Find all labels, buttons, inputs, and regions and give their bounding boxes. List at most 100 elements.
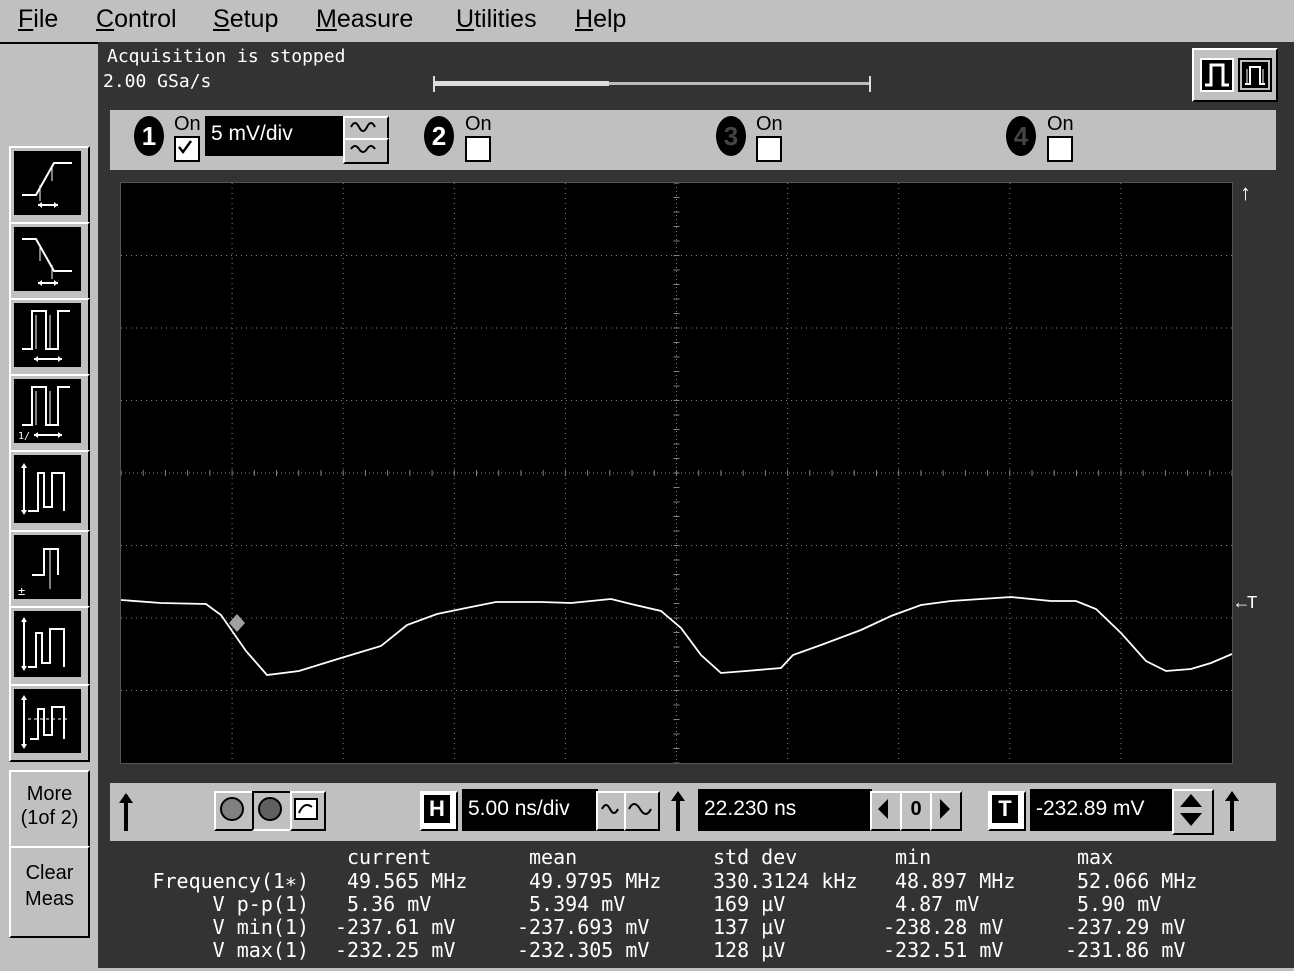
meas-row-label: V max(1) xyxy=(212,938,309,962)
delay-field[interactable]: 22.230 ns xyxy=(698,789,872,831)
period-icon xyxy=(14,303,81,367)
trigger-label: T xyxy=(992,795,1018,823)
channel-1-scale-field[interactable]: 5 mV/div xyxy=(205,116,345,156)
channel-1-checkbox[interactable] xyxy=(174,136,200,162)
check-icon xyxy=(178,140,193,155)
meas-cell: -232.51 mV xyxy=(883,938,1004,962)
more-label-line1: More xyxy=(26,783,73,805)
menu-measure[interactable]: Measure xyxy=(316,5,413,34)
channel-2-checkbox[interactable] xyxy=(465,136,491,162)
arrow-left-icon xyxy=(878,799,888,819)
vpp-button[interactable] xyxy=(9,450,90,532)
vmax-button[interactable] xyxy=(9,606,90,686)
meas-cell: 5.394 mV xyxy=(529,892,626,916)
rise-time-button[interactable] xyxy=(9,146,90,224)
channel-3-badge[interactable]: 3 xyxy=(716,116,746,156)
trigger-button[interactable]: T xyxy=(988,791,1026,831)
period-button[interactable] xyxy=(9,298,90,376)
meas-cell: 137 µV xyxy=(713,915,786,939)
single-mode-button[interactable] xyxy=(290,791,326,831)
vamp-icon: ± xyxy=(14,535,81,599)
more-button[interactable]: More (1of 2) xyxy=(9,770,90,856)
horizontal-button[interactable]: H xyxy=(420,791,458,831)
menu-setup-label: etup xyxy=(229,5,279,33)
delay-ref-arrow-icon[interactable] xyxy=(666,789,690,833)
fall-time-button[interactable] xyxy=(9,222,90,300)
measurements-panel[interactable]: current mean std dev min max Frequency(1… xyxy=(98,845,1294,968)
timebase-scale-field[interactable]: 5.00 ns/div xyxy=(462,789,598,831)
vmin-button[interactable] xyxy=(9,684,90,762)
menu-measure-label: easure xyxy=(336,5,414,33)
trigger-level-field[interactable]: -232.89 mV xyxy=(1030,789,1174,831)
meas-cell: 169 µV xyxy=(713,892,786,916)
menu-control[interactable]: Control xyxy=(96,5,177,34)
menu-help-label: elp xyxy=(593,5,627,33)
menu-setup[interactable]: Setup xyxy=(213,5,278,34)
menu-bar: File Control Setup Measure Utilities Hel… xyxy=(0,0,1294,42)
meas-cell: -238.28 mV xyxy=(883,915,1004,939)
memory-bar-right-cap xyxy=(869,76,871,92)
delay-left-button[interactable] xyxy=(870,791,902,831)
scroll-up-arrow-icon[interactable]: ↑ xyxy=(1240,180,1251,206)
trigger-level-spinner[interactable] xyxy=(1172,789,1214,835)
channel-3-checkbox[interactable] xyxy=(756,136,782,162)
delay-right-button[interactable] xyxy=(930,791,962,831)
meas-cell: 49.9795 MHz xyxy=(529,869,662,893)
vamp-button[interactable]: ± xyxy=(9,530,90,608)
channel-2-badge[interactable]: 2 xyxy=(424,116,454,156)
clear-meas-button[interactable]: Clear Meas xyxy=(9,846,90,938)
up-down-icon xyxy=(1180,794,1202,826)
memory-bar-fill xyxy=(435,81,609,86)
delay-zero-button[interactable]: 0 xyxy=(900,791,932,831)
meas-cell: 4.87 mV xyxy=(895,892,980,916)
trigger-arrow-icon[interactable] xyxy=(1220,789,1244,833)
meas-cell: 49.565 MHz xyxy=(347,869,468,893)
channel-1-badge[interactable]: 1 xyxy=(134,116,164,156)
menu-file-accel: F xyxy=(18,5,34,33)
menu-help[interactable]: Help xyxy=(575,5,626,34)
stop-mode-button[interactable] xyxy=(252,791,292,831)
waveform-display[interactable] xyxy=(120,182,1233,764)
menu-measure-accel: M xyxy=(316,5,337,33)
channel-1-scale-down[interactable] xyxy=(343,138,389,164)
header-max: max xyxy=(1077,845,1114,869)
vmin-icon xyxy=(14,689,81,753)
wave-icon xyxy=(350,122,376,132)
meas-cell: 5.36 mV xyxy=(347,892,432,916)
channel-4-badge[interactable]: 4 xyxy=(1006,116,1036,156)
timebase-bar: H 5.00 ns/div 22.230 ns 0 T -232.89 mV xyxy=(110,783,1276,841)
meas-cell: -237.693 mV xyxy=(517,915,650,939)
svg-text:±: ± xyxy=(18,584,25,598)
scroll-left-arrow-icon[interactable] xyxy=(114,791,138,833)
menu-setup-accel: S xyxy=(213,5,230,33)
channel-1-on-label: On xyxy=(174,113,201,135)
wave-large-icon xyxy=(628,803,652,815)
menu-file[interactable]: File xyxy=(18,5,58,34)
header-std-dev: std dev xyxy=(713,845,798,869)
meas-cell: 5.90 mV xyxy=(1077,892,1162,916)
meas-row-label: V p-p(1) xyxy=(212,892,309,916)
header-min: min xyxy=(895,845,932,869)
pulse-outline-mode-button[interactable] xyxy=(1238,58,1272,92)
meas-cell: -237.29 mV xyxy=(1065,915,1186,939)
pulse-mode-button[interactable] xyxy=(1200,58,1234,92)
display-mode-group xyxy=(1192,48,1278,102)
vpp-icon xyxy=(14,455,81,523)
clear-label-line1: Clear xyxy=(25,862,74,884)
channel-4-on-label: On xyxy=(1047,113,1074,135)
wave-small-icon xyxy=(601,804,619,814)
meas-row-label: Frequency(1∗) xyxy=(152,869,309,893)
sample-rate: 2.00 GSa/s xyxy=(103,71,212,92)
menu-control-label: ontrol xyxy=(114,5,177,33)
trigger-level-marker: ←T xyxy=(1236,594,1258,614)
channel-4-checkbox[interactable] xyxy=(1047,136,1073,162)
meas-cell: -232.25 mV xyxy=(335,938,456,962)
timebase-up-button[interactable] xyxy=(624,791,660,831)
frequency-button[interactable]: 1/ xyxy=(9,374,90,452)
graticule xyxy=(120,182,1233,764)
menu-help-accel: H xyxy=(575,5,594,33)
menu-utilities[interactable]: Utilities xyxy=(456,5,537,34)
run-mode-button[interactable] xyxy=(214,791,254,831)
wave-icon xyxy=(350,145,376,153)
rise-time-icon xyxy=(14,151,81,215)
